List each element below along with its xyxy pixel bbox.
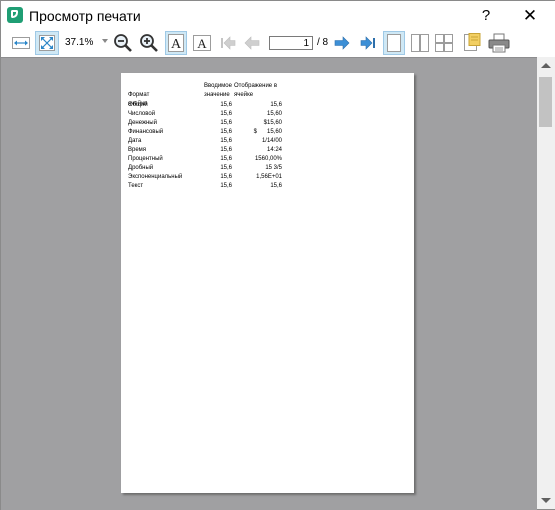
last-page-icon[interactable] (357, 31, 379, 55)
row-input: 15,6 (220, 147, 232, 153)
row-format: Время (128, 147, 147, 153)
row-format: Дата (128, 138, 142, 144)
font-decrease-icon[interactable]: A (191, 31, 213, 55)
title-bar: Просмотр печати ? ✕ (1, 1, 555, 31)
row-input: 15,6 (220, 129, 232, 135)
next-page-icon[interactable] (331, 31, 353, 55)
row-display: 15,6 (270, 183, 282, 189)
row-format: Процентный (128, 156, 163, 162)
row-format: Дробный (128, 165, 154, 171)
page-setup-icon[interactable] (461, 31, 483, 55)
four-pages-icon[interactable] (433, 31, 455, 55)
header-display-line1: Отображение в (234, 83, 278, 89)
row-display: $ 15,60 (253, 129, 282, 135)
row-display: 15,6 (270, 102, 282, 108)
row-input: 15,6 (220, 156, 232, 162)
toolbar: 37.1% A A 1 / 8 (1, 31, 555, 57)
row-format: Общий (128, 102, 148, 108)
zoom-dropdown-arrow-icon[interactable] (102, 39, 108, 43)
header-display-line2: ячейке (234, 92, 254, 98)
window-title: Просмотр печати (29, 8, 141, 24)
row-format: Экспоненциальный (128, 174, 183, 180)
print-icon[interactable] (487, 31, 511, 55)
row-input: 15,6 (220, 183, 232, 189)
row-display: 1560,00% (254, 156, 282, 162)
preview-page: Формат ячейки Вводимое значение Отображе… (121, 73, 414, 493)
scroll-up-icon[interactable] (541, 63, 551, 68)
fit-width-icon[interactable] (9, 31, 33, 55)
row-format: Числовой (128, 111, 156, 117)
fit-page-icon[interactable] (35, 31, 59, 55)
row-display: 1/14/00 (261, 138, 282, 144)
zoom-out-icon[interactable] (111, 31, 135, 55)
vertical-scrollbar[interactable] (537, 57, 555, 509)
row-format: Финансовый (128, 129, 164, 135)
two-pages-icon[interactable] (409, 31, 431, 55)
row-input: 15,6 (220, 165, 232, 171)
header-input-line2: значение (204, 92, 230, 98)
row-display: 15 3/5 (265, 165, 282, 171)
scroll-thumb[interactable] (539, 77, 552, 127)
svg-text:A: A (171, 37, 182, 52)
svg-text:A: A (197, 36, 207, 51)
row-input: 15,6 (220, 111, 232, 117)
app-icon (7, 7, 23, 23)
help-button[interactable]: ? (475, 5, 497, 27)
row-display: 1,56E+01 (256, 174, 282, 180)
row-input: 15,6 (220, 138, 232, 144)
preview-area[interactable]: Формат ячейки Вводимое значение Отображе… (1, 57, 537, 510)
row-format: Денежный (128, 120, 157, 126)
previous-page-icon[interactable] (241, 31, 263, 55)
first-page-icon[interactable] (217, 31, 239, 55)
header-display: Отображение в ячейке (234, 82, 282, 100)
row-format: Текст (128, 183, 144, 189)
single-page-icon[interactable] (383, 31, 405, 55)
row-display: 15,60 (266, 111, 282, 117)
row-input: 15,6 (220, 174, 232, 180)
scroll-down-icon[interactable] (541, 498, 551, 503)
zoom-level[interactable]: 37.1% (65, 37, 93, 48)
page-number-input[interactable]: 1 (269, 36, 313, 50)
header-input-line1: Вводимое (204, 83, 232, 89)
row-display: $15,60 (263, 120, 282, 126)
close-button[interactable]: ✕ (519, 5, 541, 27)
header-input: Вводимое значение (204, 82, 236, 100)
font-increase-icon[interactable]: A (165, 31, 187, 55)
print-preview-window: Просмотр печати ? ✕ 37.1% A A 1 / 8 Форм… (0, 0, 555, 510)
zoom-in-icon[interactable] (137, 31, 161, 55)
row-input: 15,6 (220, 120, 232, 126)
row-display: 14:24 (266, 147, 282, 153)
row-input: 15,6 (220, 102, 232, 108)
page-total-label: / 8 (317, 37, 329, 48)
